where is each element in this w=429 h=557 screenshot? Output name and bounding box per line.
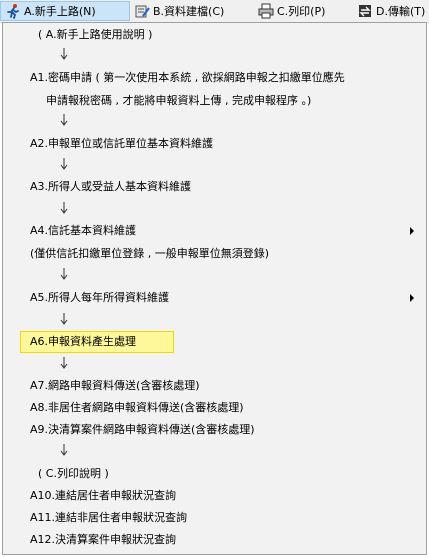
down-arrow-icon: [60, 114, 68, 126]
down-arrow-icon: [60, 313, 68, 325]
menu-item-a8[interactable]: A8.非居住者網路申報資料傳送(含審核處理): [30, 401, 244, 415]
person-run-icon: [7, 4, 19, 19]
menu-a-label: A.新手上路(N): [24, 5, 96, 18]
database-edit-icon: [135, 5, 150, 18]
down-arrow-icon: [60, 202, 68, 214]
menu-item-a12[interactable]: A12.決清算案件申報狀況查詢: [30, 533, 176, 547]
menu-item-a2[interactable]: A2.申報單位或信託單位基本資料維護: [30, 137, 213, 151]
menu-item-a11[interactable]: A11.連結非居住者申報狀況查詢: [30, 511, 187, 525]
menu-d-transfer[interactable]: D.傳輸(T): [353, 1, 429, 21]
menu-item-a1-detail[interactable]: 申請報稅密碼 , 才能將申報資料上傳 , 完成申報程序 。): [46, 94, 311, 108]
transfer-icon: [359, 5, 371, 17]
menu-item-a9[interactable]: A9.決清算案件網路申報資料傳送(含審核處理): [30, 423, 255, 437]
menu-item-a10[interactable]: A10.連結居住者申報狀況查詢: [30, 489, 176, 503]
down-arrow-icon: [60, 357, 68, 369]
down-arrow-icon: [60, 158, 68, 170]
menu-bar: A.新手上路(N) B.資料建檔(C) C.列印(P) D.傳輸(T): [0, 0, 429, 23]
submenu-arrow-icon: [410, 227, 414, 235]
menu-item-a4[interactable]: A4.信託基本資料維護: [30, 224, 136, 238]
down-arrow-icon: [60, 268, 68, 280]
menu-item-a1[interactable]: A1.密碼申請 ( 第一次使用本系統 , 欲採網路申報之扣繳單位應先: [30, 71, 345, 85]
menu-item-a6[interactable]: A6.申報資料產生處理: [30, 335, 136, 349]
menu-item-a5[interactable]: A5.所得人每年所得資料維護: [30, 291, 169, 305]
menu-item-a3[interactable]: A3.所得人或受益人基本資料維護: [30, 180, 191, 194]
submenu-arrow-icon: [410, 294, 414, 302]
down-arrow-icon: [60, 48, 68, 60]
section-c-heading: ( C.列印說明 ): [38, 467, 109, 480]
menu-c-label: C.列印(P): [277, 5, 326, 18]
menu-b-label: B.資料建檔(C): [153, 5, 225, 18]
menu-b-data-entry[interactable]: B.資料建檔(C): [130, 1, 245, 21]
menu-item-a7[interactable]: A7.網路申報資料傳送(含審核處理): [30, 379, 200, 393]
down-arrow-icon: [60, 444, 68, 456]
section-a-heading: ( A.新手上路使用說明 ): [38, 28, 153, 41]
menu-d-label: D.傳輸(T): [376, 5, 426, 18]
menu-item-a4-note: (僅供信託扣繳單位登錄 , 一般申報單位無須登錄): [30, 247, 270, 260]
menu-a-new-user[interactable]: A.新手上路(N): [0, 1, 130, 21]
menu-c-print[interactable]: C.列印(P): [254, 1, 344, 21]
printer-icon: [258, 3, 274, 19]
